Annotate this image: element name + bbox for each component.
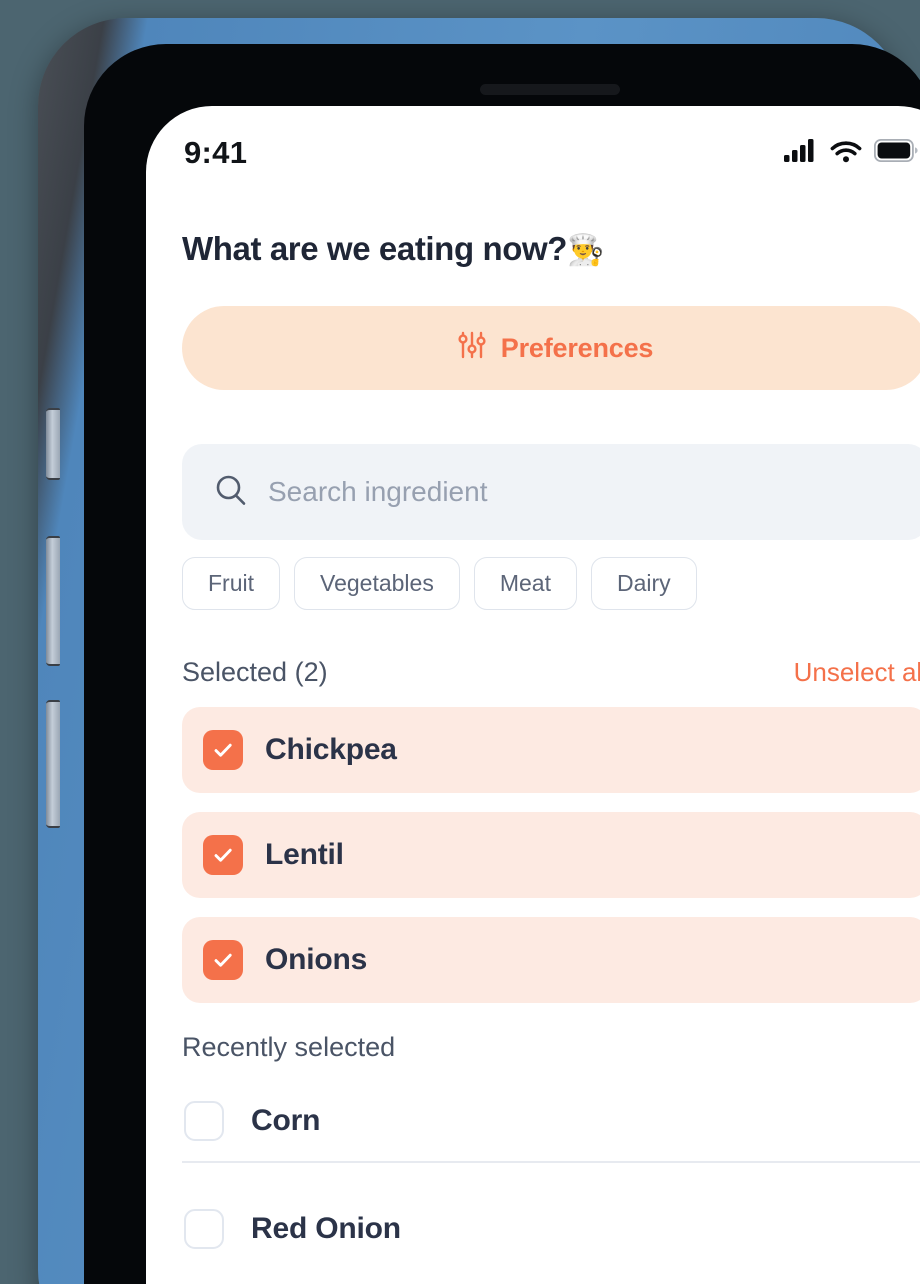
filter-chip-fruit[interactable]: Fruit: [182, 557, 280, 610]
sliders-icon: [457, 330, 487, 367]
checkbox-checked-icon[interactable]: [203, 835, 243, 875]
recent-item-red-onion[interactable]: Red Onion: [182, 1189, 920, 1269]
status-icons: [784, 138, 918, 168]
search-bar[interactable]: [182, 444, 920, 540]
filter-chip-meat[interactable]: Meat: [473, 557, 577, 610]
app-content: What are we eating now?👨‍🍳: [146, 178, 920, 1284]
recent-section-heading: Recently selected: [182, 1032, 396, 1062]
volume-down-button[interactable]: [46, 700, 60, 828]
checkbox-checked-icon[interactable]: [203, 940, 243, 980]
checkbox-unchecked-icon[interactable]: [184, 1101, 224, 1141]
phone-bezel: 9:41: [84, 44, 920, 1284]
item-label: Red Onion: [251, 1211, 401, 1245]
item-label: Chickpea: [265, 733, 397, 766]
earpiece-speaker: [480, 84, 620, 95]
row-divider: [182, 1161, 920, 1163]
selected-count-label: Selected (2): [182, 657, 328, 687]
filter-chip-vegetables[interactable]: Vegetables: [294, 557, 460, 610]
preferences-label: Preferences: [500, 332, 654, 363]
checkbox-checked-icon[interactable]: [203, 730, 243, 770]
page-title-text: What are we eating now?: [182, 230, 568, 267]
selected-item-onions[interactable]: Onions: [182, 917, 920, 1003]
selected-item-lentil[interactable]: Lentil: [182, 812, 920, 898]
wifi-icon: [830, 139, 862, 168]
preferences-button[interactable]: Preferences: [182, 306, 920, 390]
item-label: Lentil: [265, 838, 344, 871]
chef-emoji: 👨‍🍳: [567, 234, 604, 267]
unselect-all-button[interactable]: Unselect all: [794, 657, 920, 688]
battery-icon: [873, 138, 918, 167]
cellular-signal-icon: [784, 138, 818, 168]
volume-up-button[interactable]: [46, 536, 60, 666]
status-bar: 9:41: [146, 106, 920, 178]
phone-frame: 9:41: [38, 18, 920, 1284]
selected-item-chickpea[interactable]: Chickpea: [182, 707, 920, 793]
item-label: Corn: [251, 1104, 321, 1137]
checkbox-unchecked-icon[interactable]: [184, 1208, 224, 1249]
page-title: What are we eating now?👨‍🍳: [182, 230, 920, 268]
search-input[interactable]: [268, 476, 896, 508]
search-icon: [214, 473, 248, 512]
mute-switch-button[interactable]: [46, 408, 60, 480]
filter-chips: Fruit Vegetables Meat Dairy: [182, 557, 920, 610]
filter-chip-dairy[interactable]: Dairy: [590, 557, 697, 610]
selected-section-header: Selected (2) Unselect all: [182, 657, 920, 688]
phone-screen: 9:41: [146, 106, 920, 1284]
recent-item-corn[interactable]: Corn: [182, 1081, 920, 1161]
item-label: Onions: [265, 943, 368, 976]
status-time: 9:41: [184, 135, 248, 170]
